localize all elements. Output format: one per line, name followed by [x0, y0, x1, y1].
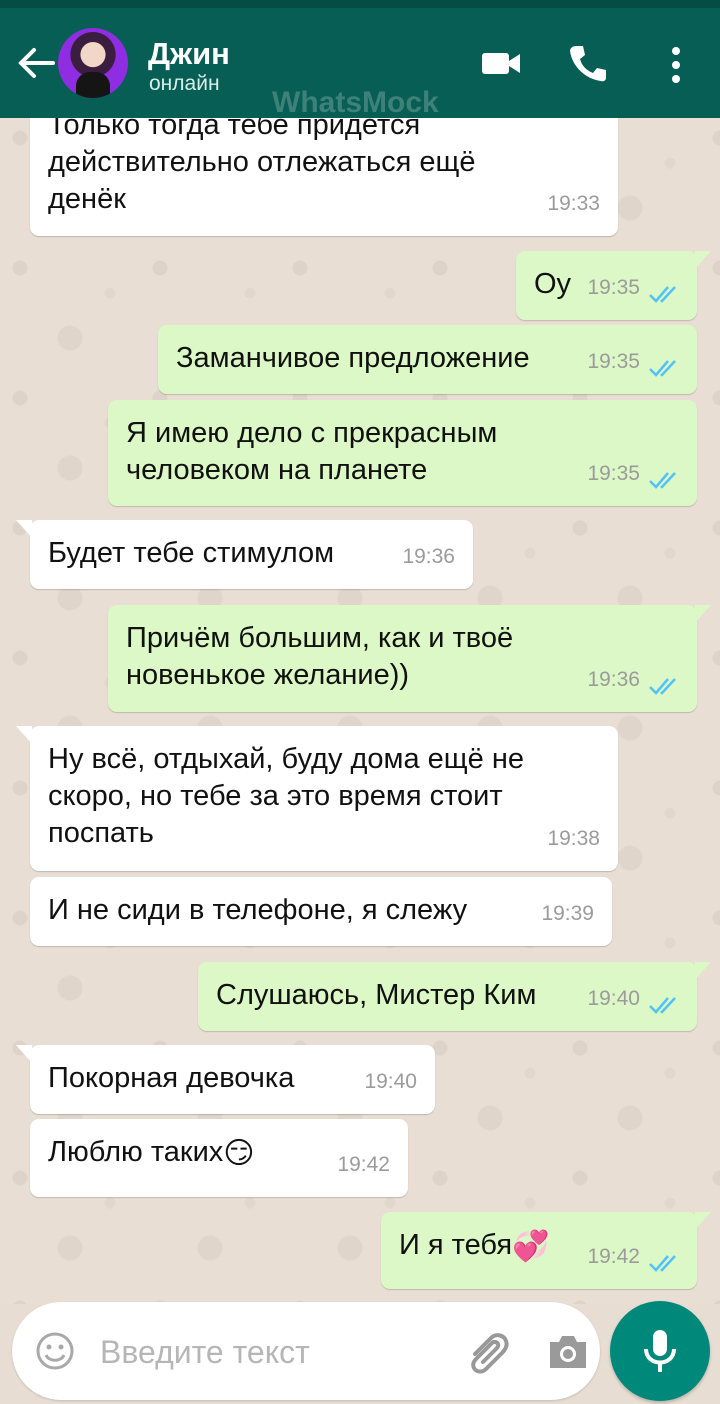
message-bubble-incoming[interactable]: Ну всё, отдыхай, буду дома ещё не скоро,…	[16, 726, 618, 871]
status-bar	[0, 0, 720, 8]
video-call-icon[interactable]	[480, 43, 522, 83]
read-receipt-icon	[649, 997, 676, 1014]
message-input[interactable]: Введите текст	[100, 1334, 310, 1371]
message-time: 19:42	[587, 1245, 640, 1268]
camera-icon[interactable]	[546, 1332, 590, 1370]
message-bubble-outgoing[interactable]: Причём большим, как и твоё новенькое жел…	[108, 605, 711, 712]
message-time: 19:39	[541, 902, 594, 925]
message-time: 19:35	[587, 350, 640, 373]
message-list[interactable]: Только тогда тебе придется действительно…	[0, 118, 720, 1304]
message-input-bar[interactable]: Введите текст	[12, 1302, 600, 1400]
message-time: 19:36	[587, 668, 640, 691]
message-text: Ну всё, отдыхай, буду дома ещё не скоро,…	[48, 743, 524, 849]
contact-avatar[interactable]	[58, 28, 128, 98]
message-bubble-incoming[interactable]: Покорная девочка 19:40	[16, 1045, 435, 1114]
message-time: 19:38	[547, 827, 600, 850]
message-bubble-incoming[interactable]: И не сиди в телефоне, я слежу 19:39	[30, 877, 612, 946]
message-bubble-outgoing[interactable]: Слушаюсь, Мистер Ким 19:40	[198, 962, 711, 1031]
read-receipt-icon	[649, 472, 676, 489]
message-bubble-incoming[interactable]: Будет тебе стимулом 19:36	[16, 520, 473, 589]
back-arrow-icon[interactable]	[16, 46, 56, 80]
chat-header: Джин онлайн WhatsMock	[0, 8, 720, 119]
message-text: Покорная девочка	[48, 1062, 295, 1094]
message-text: Будет тебе стимулом	[48, 537, 335, 569]
smirk-emoji: 😏	[223, 1137, 255, 1170]
read-receipt-icon	[649, 678, 676, 695]
message-time: 19:36	[402, 545, 455, 568]
microphone-icon	[644, 1330, 676, 1372]
message-text: И не сиди в телефоне, я слежу	[48, 894, 468, 926]
phone-call-icon[interactable]	[568, 43, 608, 83]
message-text: Только тогда тебе придется действительно…	[48, 118, 476, 215]
message-bubble-outgoing[interactable]: Заманчивое предложение 19:35	[158, 325, 697, 394]
read-receipt-icon	[649, 286, 676, 303]
message-bubble-outgoing[interactable]: Оу 19:35	[516, 251, 711, 320]
message-bubble-incoming[interactable]: Люблю таких😏 19:42	[30, 1119, 408, 1197]
message-time: 19:42	[337, 1153, 390, 1176]
message-time: 19:35	[587, 276, 640, 299]
contact-name[interactable]: Джин	[148, 36, 230, 72]
read-receipt-icon	[649, 1255, 676, 1272]
attachment-icon[interactable]	[466, 1330, 514, 1375]
contact-status: онлайн	[149, 72, 220, 95]
read-receipt-icon	[649, 360, 676, 377]
message-time: 19:40	[364, 1070, 417, 1093]
emoji-icon[interactable]	[35, 1331, 75, 1371]
hearts-emoji: 💞	[512, 1230, 550, 1263]
more-options-icon[interactable]	[663, 43, 689, 87]
message-bubble-outgoing[interactable]: Я имею дело с прекрасным человеком на пл…	[108, 400, 697, 506]
message-time: 19:33	[547, 192, 600, 215]
voice-message-button[interactable]	[610, 1301, 710, 1401]
message-bubble-outgoing[interactable]: И я тебя💞 19:42	[381, 1212, 711, 1289]
message-text-body: Люблю таких	[48, 1136, 224, 1168]
message-time: 19:35	[587, 462, 640, 485]
message-bubble-incoming[interactable]: Только тогда тебе придется действительно…	[30, 118, 618, 236]
message-time: 19:40	[587, 987, 640, 1010]
watermark: WhatsMock	[272, 86, 439, 119]
message-text-body: И я тебя	[399, 1229, 513, 1261]
